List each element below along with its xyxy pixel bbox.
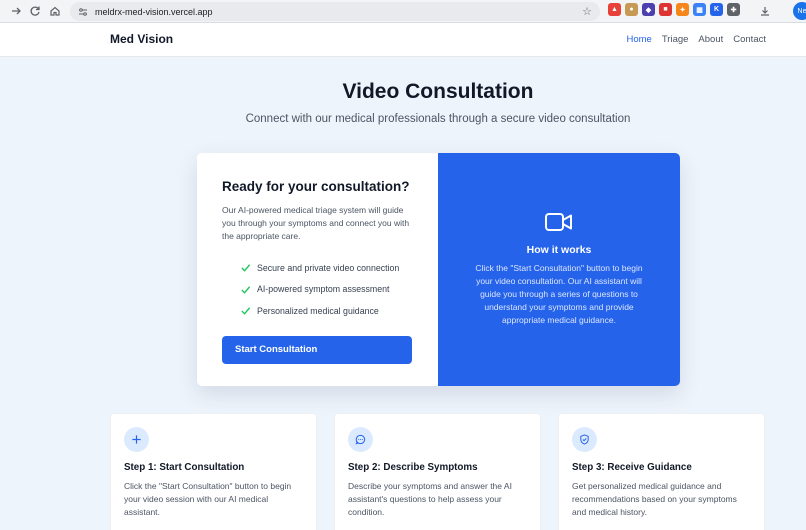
nav-contact[interactable]: Contact <box>733 34 766 45</box>
feature-item: AI-powered symptom assessment <box>240 279 413 301</box>
feature-list: Secure and private video connection AI-p… <box>222 257 413 322</box>
consultation-card: Ready for your consultation? Our AI-powe… <box>197 153 680 386</box>
metamask-fox-icon[interactable]: ✦ <box>676 3 689 16</box>
site-header: Med Vision Home Triage About Contact <box>0 23 806 57</box>
step-text: Get personalized medical guidance and re… <box>572 481 737 517</box>
step-card-2: Step 2: Describe Symptoms Describe your … <box>334 413 541 530</box>
start-consultation-button[interactable]: Start Consultation <box>222 335 412 364</box>
grid-extension-icon[interactable]: ▦ <box>693 3 706 16</box>
how-it-works-panel: How it works Click the "Start Consultati… <box>438 153 680 386</box>
download-icon[interactable] <box>755 1 775 21</box>
step-card-3: Step 3: Receive Guidance Get personalize… <box>558 413 765 530</box>
main-nav: Home Triage About Contact <box>627 34 767 45</box>
cookie-icon[interactable]: ● <box>625 3 638 16</box>
feature-item: Secure and private video connection <box>240 257 413 279</box>
feature-label: Secure and private video connection <box>257 262 400 273</box>
step-text: Describe your symptoms and answer the AI… <box>348 481 512 517</box>
how-it-works-text: Click the "Start Consultation" button to… <box>475 263 643 325</box>
feature-label: Personalized medical guidance <box>257 305 379 316</box>
brave-shield-icon[interactable]: ▲ <box>608 3 621 16</box>
feature-item: Personalized medical guidance <box>240 300 413 322</box>
checkmark-icon <box>241 264 251 272</box>
k-extension-icon[interactable]: K <box>710 3 723 16</box>
checkmark-icon <box>241 286 251 294</box>
step-title: Step 1: Start Consultation <box>124 462 245 473</box>
page-subtitle: Connect with our medical professionals t… <box>245 113 631 125</box>
nav-home[interactable]: Home <box>627 34 652 45</box>
nav-about[interactable]: About <box>698 34 723 45</box>
consultation-description: Our AI-powered medical triage system wil… <box>222 205 410 241</box>
address-bar[interactable]: meldrx-med-vision.vercel.app ☆ <box>70 2 600 21</box>
shield-extension-icon[interactable]: ◆ <box>642 3 655 16</box>
page-title: Video Consultation <box>342 80 534 103</box>
puzzle-extensions-icon[interactable]: ✚ <box>727 3 740 16</box>
home-icon[interactable] <box>45 1 65 21</box>
video-camera-icon <box>545 213 572 231</box>
url-text: meldrx-med-vision.vercel.app <box>95 6 213 17</box>
plus-icon <box>124 427 149 452</box>
how-it-works-heading: How it works <box>526 244 592 256</box>
consultation-heading: Ready for your consultation? <box>222 179 410 194</box>
step-title: Step 3: Receive Guidance <box>572 462 692 473</box>
shield-check-icon <box>572 427 597 452</box>
feature-label: AI-powered symptom assessment <box>257 284 390 295</box>
flag-extension-icon[interactable]: ■ <box>659 3 672 16</box>
bookmark-star-icon[interactable]: ☆ <box>582 5 592 18</box>
extension-tray: ▲ ● ◆ ■ ✦ ▦ K ✚ <box>608 3 740 16</box>
browser-toolbar: meldrx-med-vision.vercel.app ☆ ▲ ● ◆ ■ ✦ ▦ K ✚ … <box>0 0 806 23</box>
checkmark-icon <box>241 307 251 315</box>
chat-bubble-icon <box>348 427 373 452</box>
nav-triage[interactable]: Triage <box>662 34 689 45</box>
forward-icon[interactable] <box>6 1 26 21</box>
step-card-1: Step 1: Start Consultation Click the "St… <box>110 413 317 530</box>
step-text: Click the "Start Consultation" button to… <box>124 481 292 517</box>
reload-icon[interactable] <box>25 1 45 21</box>
profile-avatar[interactable]: Ne <box>793 2 806 20</box>
consultation-intro-panel: Ready for your consultation? Our AI-powe… <box>197 153 438 386</box>
site-settings-icon[interactable] <box>78 7 88 17</box>
brand-logo-text[interactable]: Med Vision <box>110 32 173 46</box>
step-title: Step 2: Describe Symptoms <box>348 462 478 473</box>
